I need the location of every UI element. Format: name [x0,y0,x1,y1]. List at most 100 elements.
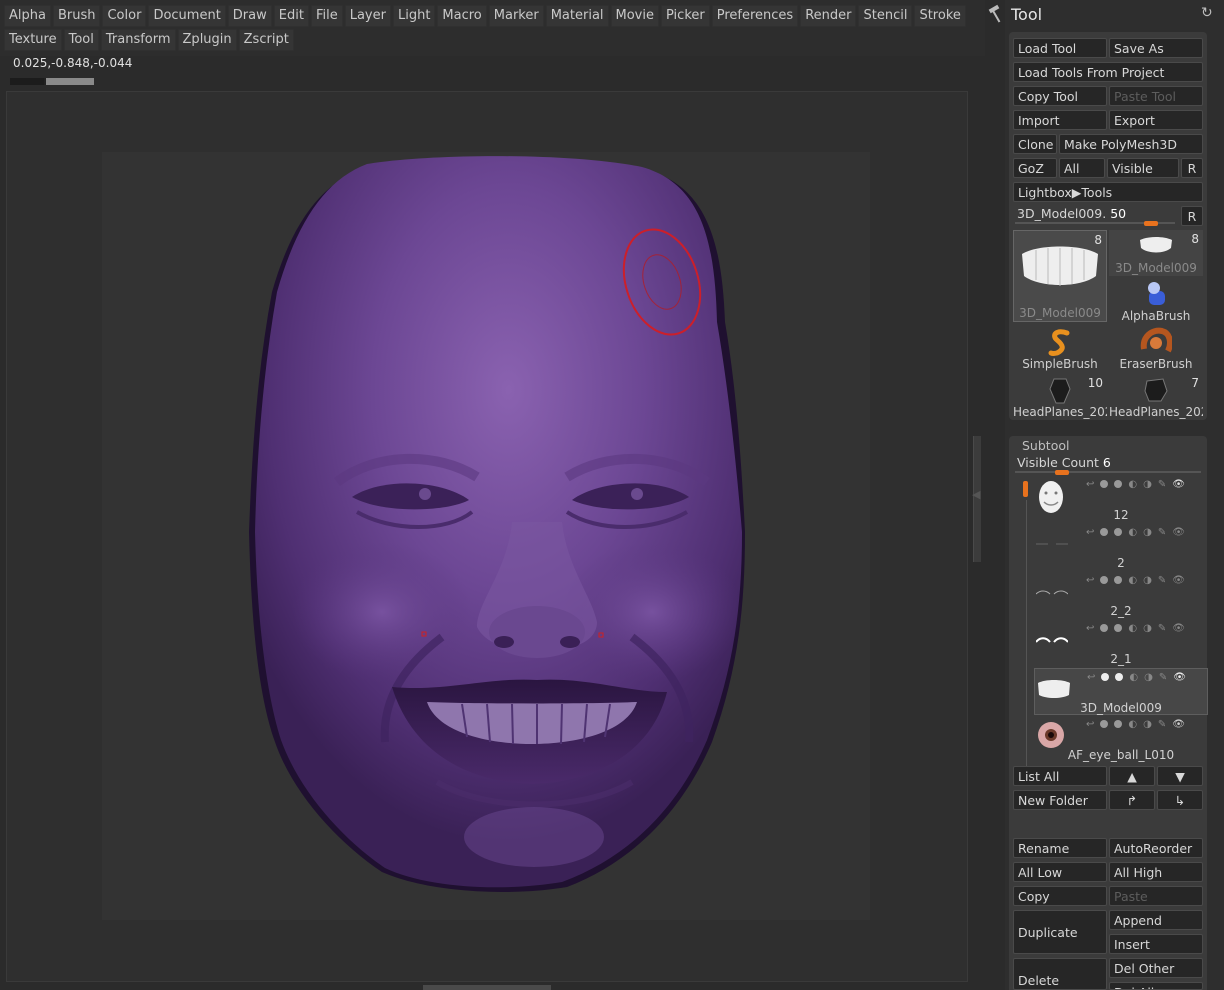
subtool-controls[interactable]: ↩ ◐ ◑ ✎ 👁 [1086,526,1185,538]
move-into-folder-icon[interactable]: ↱ [1109,790,1155,810]
subtool-controls[interactable]: ↩ ◐ ◑ ✎ 👁 [1086,718,1185,730]
paste-button[interactable]: Paste [1109,886,1203,906]
menu-tool[interactable]: Tool [63,29,99,51]
insert-button[interactable]: Insert [1109,934,1203,954]
copy-button[interactable]: Copy [1013,886,1107,906]
subtool-item-2-1[interactable]: ↩ ◐ ◑ ✎ 👁 2_1 [1034,620,1208,667]
list-all-button[interactable]: List All [1013,766,1107,786]
thumb-label: AlphaBrush [1121,309,1191,323]
move-down-arrow-icon[interactable]: ▼ [1157,766,1203,786]
append-button[interactable]: Append [1109,910,1203,930]
all-low-button[interactable]: All Low [1013,862,1107,882]
tool-thumb-3d-model009-main[interactable]: 8 3D_Model009 [1013,230,1107,322]
subtool-scroll-track[interactable] [1026,500,1027,770]
menu-file[interactable]: File [310,5,343,27]
subtool-controls[interactable]: ↩ ◐ ◑ ✎ 👁 [1086,574,1185,586]
menu-preferences[interactable]: Preferences [711,5,799,27]
thumb-label: 3D_Model009 [1115,261,1197,275]
subtool-item-3d-model009[interactable]: ↩ ◐ ◑ ✎ 👁 3D_Model009 [1034,668,1208,715]
goz-all-button[interactable]: All [1059,158,1105,178]
menu-movie[interactable]: Movie [610,5,659,27]
goz-r-button[interactable]: R [1181,158,1203,178]
load-tool-button[interactable]: Load Tool [1013,38,1107,58]
tool-thumb-headplanes-7[interactable]: 7 HeadPlanes_202 [1109,374,1203,420]
3d-viewport[interactable] [6,91,968,982]
headplanes-icon [1109,374,1203,406]
menu-alpha[interactable]: Alpha [4,5,51,27]
copy-tool-button[interactable]: Copy Tool [1013,86,1107,106]
visible-count-slider[interactable] [1015,471,1201,473]
menu-stroke[interactable]: Stroke [914,5,966,27]
menu-layer[interactable]: Layer [344,5,391,27]
menu-picker[interactable]: Picker [661,5,710,27]
simplebrush-icon [1013,326,1107,358]
rename-button[interactable]: Rename [1013,838,1107,858]
current-tool-value: 50 [1110,206,1127,221]
all-high-button[interactable]: All High [1109,862,1203,882]
brow-thumbnail-icon [1036,528,1068,558]
menu-draw[interactable]: Draw [227,5,272,27]
subtool-title[interactable]: Subtool [1022,438,1069,453]
tool-thumb-headplanes-10[interactable]: 10 HeadPlanes_202 [1013,374,1107,420]
menu-brush[interactable]: Brush [52,5,101,27]
goz-button[interactable]: GoZ [1013,158,1057,178]
collapse-arrow-icon[interactable]: ◀ [972,488,980,501]
menu-zplugin[interactable]: Zplugin [177,29,237,51]
clone-button[interactable]: Clone [1013,134,1057,154]
visible-count-slider-knob[interactable] [1054,470,1069,475]
menu-transform[interactable]: Transform [100,29,176,51]
tool-thumb-eraserbrush[interactable]: EraserBrush [1109,326,1203,372]
lashes-thumbnail-icon [1035,576,1069,606]
menu-edit[interactable]: Edit [273,5,309,27]
subtool-controls[interactable]: ↩ ◐ ◑ ✎ 👁 [1086,478,1185,490]
subtool-item-af-eye-ball[interactable]: ↩ ◐ ◑ ✎ 👁 AF_eye_ball_L010 [1034,716,1208,763]
subtool-name: 2_2 [1110,604,1132,618]
menu-texture[interactable]: Texture [4,29,62,51]
menu-light[interactable]: Light [392,5,436,27]
save-as-button[interactable]: Save As [1109,38,1203,58]
subtool-controls[interactable]: ↩ ◐ ◑ ✎ 👁 [1087,671,1186,683]
bottom-shelf-handle[interactable] [423,985,551,990]
paste-tool-button[interactable]: Paste Tool [1109,86,1203,106]
subtool-scroll-knob[interactable] [1023,481,1028,497]
subtool-controls[interactable]: ↩ ◐ ◑ ✎ 👁 [1086,622,1185,634]
coordinate-readout: 0.025,-0.848,-0.044 [13,56,133,70]
tool-thumb-alphabrush[interactable]: AlphaBrush [1109,278,1203,324]
tool-thumb-simplebrush[interactable]: SimpleBrush [1013,326,1107,372]
menu-marker[interactable]: Marker [488,5,544,27]
move-out-folder-icon[interactable]: ↳ [1157,790,1203,810]
new-folder-button[interactable]: New Folder [1013,790,1107,810]
subtool-item-12[interactable]: ↩ ◐ ◑ ✎ 👁 12 [1034,476,1208,523]
tool-thumb-3d-model009[interactable]: 8 3D_Model009 [1109,230,1203,276]
menu-macro[interactable]: Macro [437,5,487,27]
subtool-section: Subtool Visible Count 6 ↩ ◐ ◑ ✎ 👁 12 ↩ ◐ ◑ ✎ 👁 2 [1009,436,1208,990]
menu-stencil[interactable]: Stencil [858,5,913,27]
current-tool-r-button[interactable]: R [1181,206,1203,226]
tool-section: Load Tool Save As Load Tools From Projec… [1009,32,1207,420]
export-button[interactable]: Export [1109,110,1203,130]
menu-color[interactable]: Color [102,5,147,27]
load-tools-from-project-button[interactable]: Load Tools From Project [1013,62,1203,82]
menu-zscript[interactable]: Zscript [238,29,294,51]
lightbox-tools-button[interactable]: Lightbox▶Tools [1013,182,1203,202]
thumb-label: 3D_Model009 [1019,306,1101,320]
menu-material[interactable]: Material [545,5,609,27]
goz-visible-button[interactable]: Visible [1107,158,1179,178]
import-button[interactable]: Import [1013,110,1107,130]
current-tool-slider-knob[interactable] [1144,221,1158,226]
del-other-button[interactable]: Del Other [1109,958,1203,978]
duplicate-button[interactable]: Duplicate [1013,910,1107,954]
subtool-item-2[interactable]: ↩ ◐ ◑ ✎ 👁 2 [1034,524,1208,571]
autoreorder-button[interactable]: AutoReorder [1109,838,1203,858]
sculpt-model-face[interactable] [7,92,968,982]
subtool-name: 12 [1113,508,1129,522]
make-polymesh3d-button[interactable]: Make PolyMesh3D [1059,134,1203,154]
subtool-item-2-2[interactable]: ↩ ◐ ◑ ✎ 👁 2_2 [1034,572,1208,619]
subtool-name: 3D_Model009 [1080,701,1162,715]
menu-render[interactable]: Render [800,5,857,27]
refresh-icon[interactable]: ↻ [1201,5,1213,21]
move-up-arrow-icon[interactable]: ▲ [1109,766,1155,786]
menu-document[interactable]: Document [148,5,226,27]
del-all-button[interactable]: Del All [1109,982,1203,990]
delete-button[interactable]: Delete [1013,958,1107,990]
